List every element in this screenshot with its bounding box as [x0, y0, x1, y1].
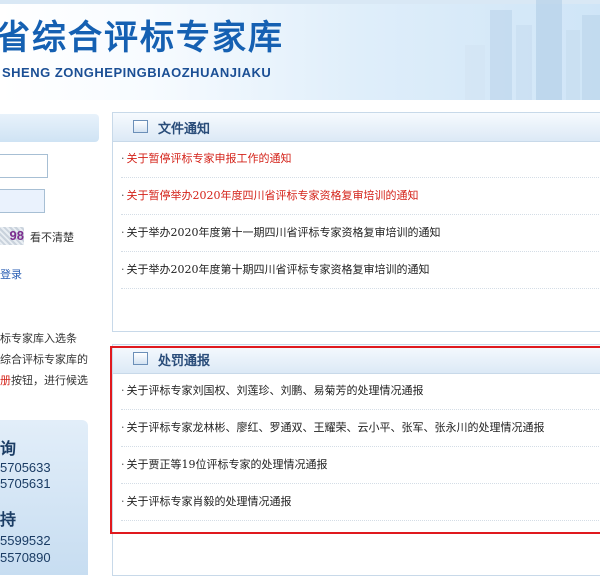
notice-line-3: 册按钮，进行候选 [0, 370, 101, 391]
bullet: · [121, 226, 125, 239]
panel-icon [133, 120, 148, 133]
registration-notice: 标专家库入选条 综合评标专家库的 册按钮，进行候选 [0, 328, 101, 391]
query-phone-2: 5705631 [0, 476, 51, 491]
file-notice-item[interactable]: · 关于暂停举办2020年度四川省评标专家资格复审培训的通知 [121, 178, 600, 215]
query-heading: 询 [0, 439, 17, 458]
site-title: 省综合评标专家库 [0, 18, 284, 58]
site-pinyin-title: SHENG ZONGHEPINGBIAOZHUANJIAKU [2, 65, 272, 80]
skyline-graphic [465, 0, 600, 100]
file-notice-item-text[interactable]: 关于暂停评标专家申报工作的通知 [127, 152, 292, 165]
file-notice-item[interactable]: · 关于举办2020年度第十期四川省评标专家资格复审培训的通知 [121, 252, 600, 289]
file-notice-panel: 文件通知 · 关于暂停评标专家申报工作的通知 · 关于暂停举办2020年度四川省评标… [112, 112, 600, 332]
penalty-notice-item[interactable]: · 关于评标专家刘国权、刘莲珍、刘鹏、易菊芳的处理情况通报 [121, 373, 600, 410]
bullet: · [121, 495, 125, 508]
notice-line-1: 标专家库入选条 [0, 332, 77, 345]
bullet: · [121, 152, 125, 165]
penalty-notice-item-text[interactable]: 关于贾正等19位评标专家的处理情况通报 [127, 458, 328, 471]
penalty-notice-item[interactable]: · 关于贾正等19位评标专家的处理情况通报 [121, 447, 600, 484]
password-input[interactable] [0, 189, 45, 213]
penalty-notice-title: 处罚通报 [158, 354, 211, 369]
file-notice-title: 文件通知 [158, 122, 211, 137]
penalty-notice-item[interactable]: · 关于评标专家龙林彬、廖红、罗通双、王耀荣、云小平、张军、张永川的处理情况通报 [121, 410, 600, 447]
notice-line-2: 综合评标专家库的 [0, 353, 88, 366]
contact-box: 询 5705633 5705631 持 5599532 5570890 [0, 420, 88, 575]
bullet: · [121, 263, 125, 276]
username-input[interactable] [0, 154, 48, 178]
bullet: · [121, 421, 125, 434]
penalty-notice-panel: 处罚通报 · 关于评标专家刘国权、刘莲珍、刘鹏、易菊芳的处理情况通报 · 关于评标专… [112, 344, 600, 576]
penalty-notice-header: 处罚通报 [113, 345, 600, 374]
register-link[interactable]: 册 [0, 374, 11, 387]
file-notice-list: · 关于暂停评标专家申报工作的通知 · 关于暂停举办2020年度四川省评标专家资格复… [121, 141, 600, 289]
bullet: · [121, 384, 125, 397]
notice-tail: 按钮，进行候选 [11, 374, 88, 387]
penalty-notice-item-text[interactable]: 关于评标专家刘国权、刘莲珍、刘鹏、易菊芳的处理情况通报 [127, 384, 424, 397]
file-notice-item-text[interactable]: 关于举办2020年度第十期四川省评标专家资格复审培训的通知 [127, 263, 430, 276]
penalty-notice-item-text[interactable]: 关于评标专家肖毅的处理情况通报 [127, 495, 292, 508]
penalty-notice-list: · 关于评标专家刘国权、刘莲珍、刘鹏、易菊芳的处理情况通报 · 关于评标专家龙林彬、… [121, 373, 600, 521]
penalty-notice-item[interactable]: · 关于评标专家肖毅的处理情况通报 [121, 484, 600, 521]
bullet: · [121, 189, 125, 202]
captcha-image: 98 [0, 227, 24, 245]
support-heading: 持 [0, 510, 17, 529]
file-notice-header: 文件通知 [113, 113, 600, 142]
panel-icon [133, 352, 148, 365]
query-phone-1: 5705633 [0, 460, 51, 475]
file-notice-item-text[interactable]: 关于暂停举办2020年度四川省评标专家资格复审培训的通知 [127, 189, 419, 202]
bullet: · [121, 458, 125, 471]
penalty-notice-item-text[interactable]: 关于评标专家龙林彬、廖红、罗通双、王耀荣、云小平、张军、张永川的处理情况通报 [127, 421, 545, 434]
file-notice-item[interactable]: · 关于举办2020年度第十一期四川省评标专家资格复审培训的通知 [121, 215, 600, 252]
left-sidebar: 98 看不清楚 登录 标专家库入选条 综合评标专家库的 册按钮，进行候选 询 5… [0, 110, 101, 575]
file-notice-item[interactable]: · 关于暂停评标专家申报工作的通知 [121, 141, 600, 178]
refresh-captcha-link[interactable]: 看不清楚 [30, 229, 74, 245]
site-header: 省综合评标专家库 SHENG ZONGHEPINGBIAOZHUANJIAKU [0, 0, 600, 100]
login-link[interactable]: 登录 [0, 266, 22, 282]
support-phone-2: 5570890 [0, 550, 51, 565]
support-phone-1: 5599532 [0, 533, 51, 548]
file-notice-item-text[interactable]: 关于举办2020年度第十一期四川省评标专家资格复审培训的通知 [127, 226, 441, 239]
login-panel-header [0, 114, 99, 142]
